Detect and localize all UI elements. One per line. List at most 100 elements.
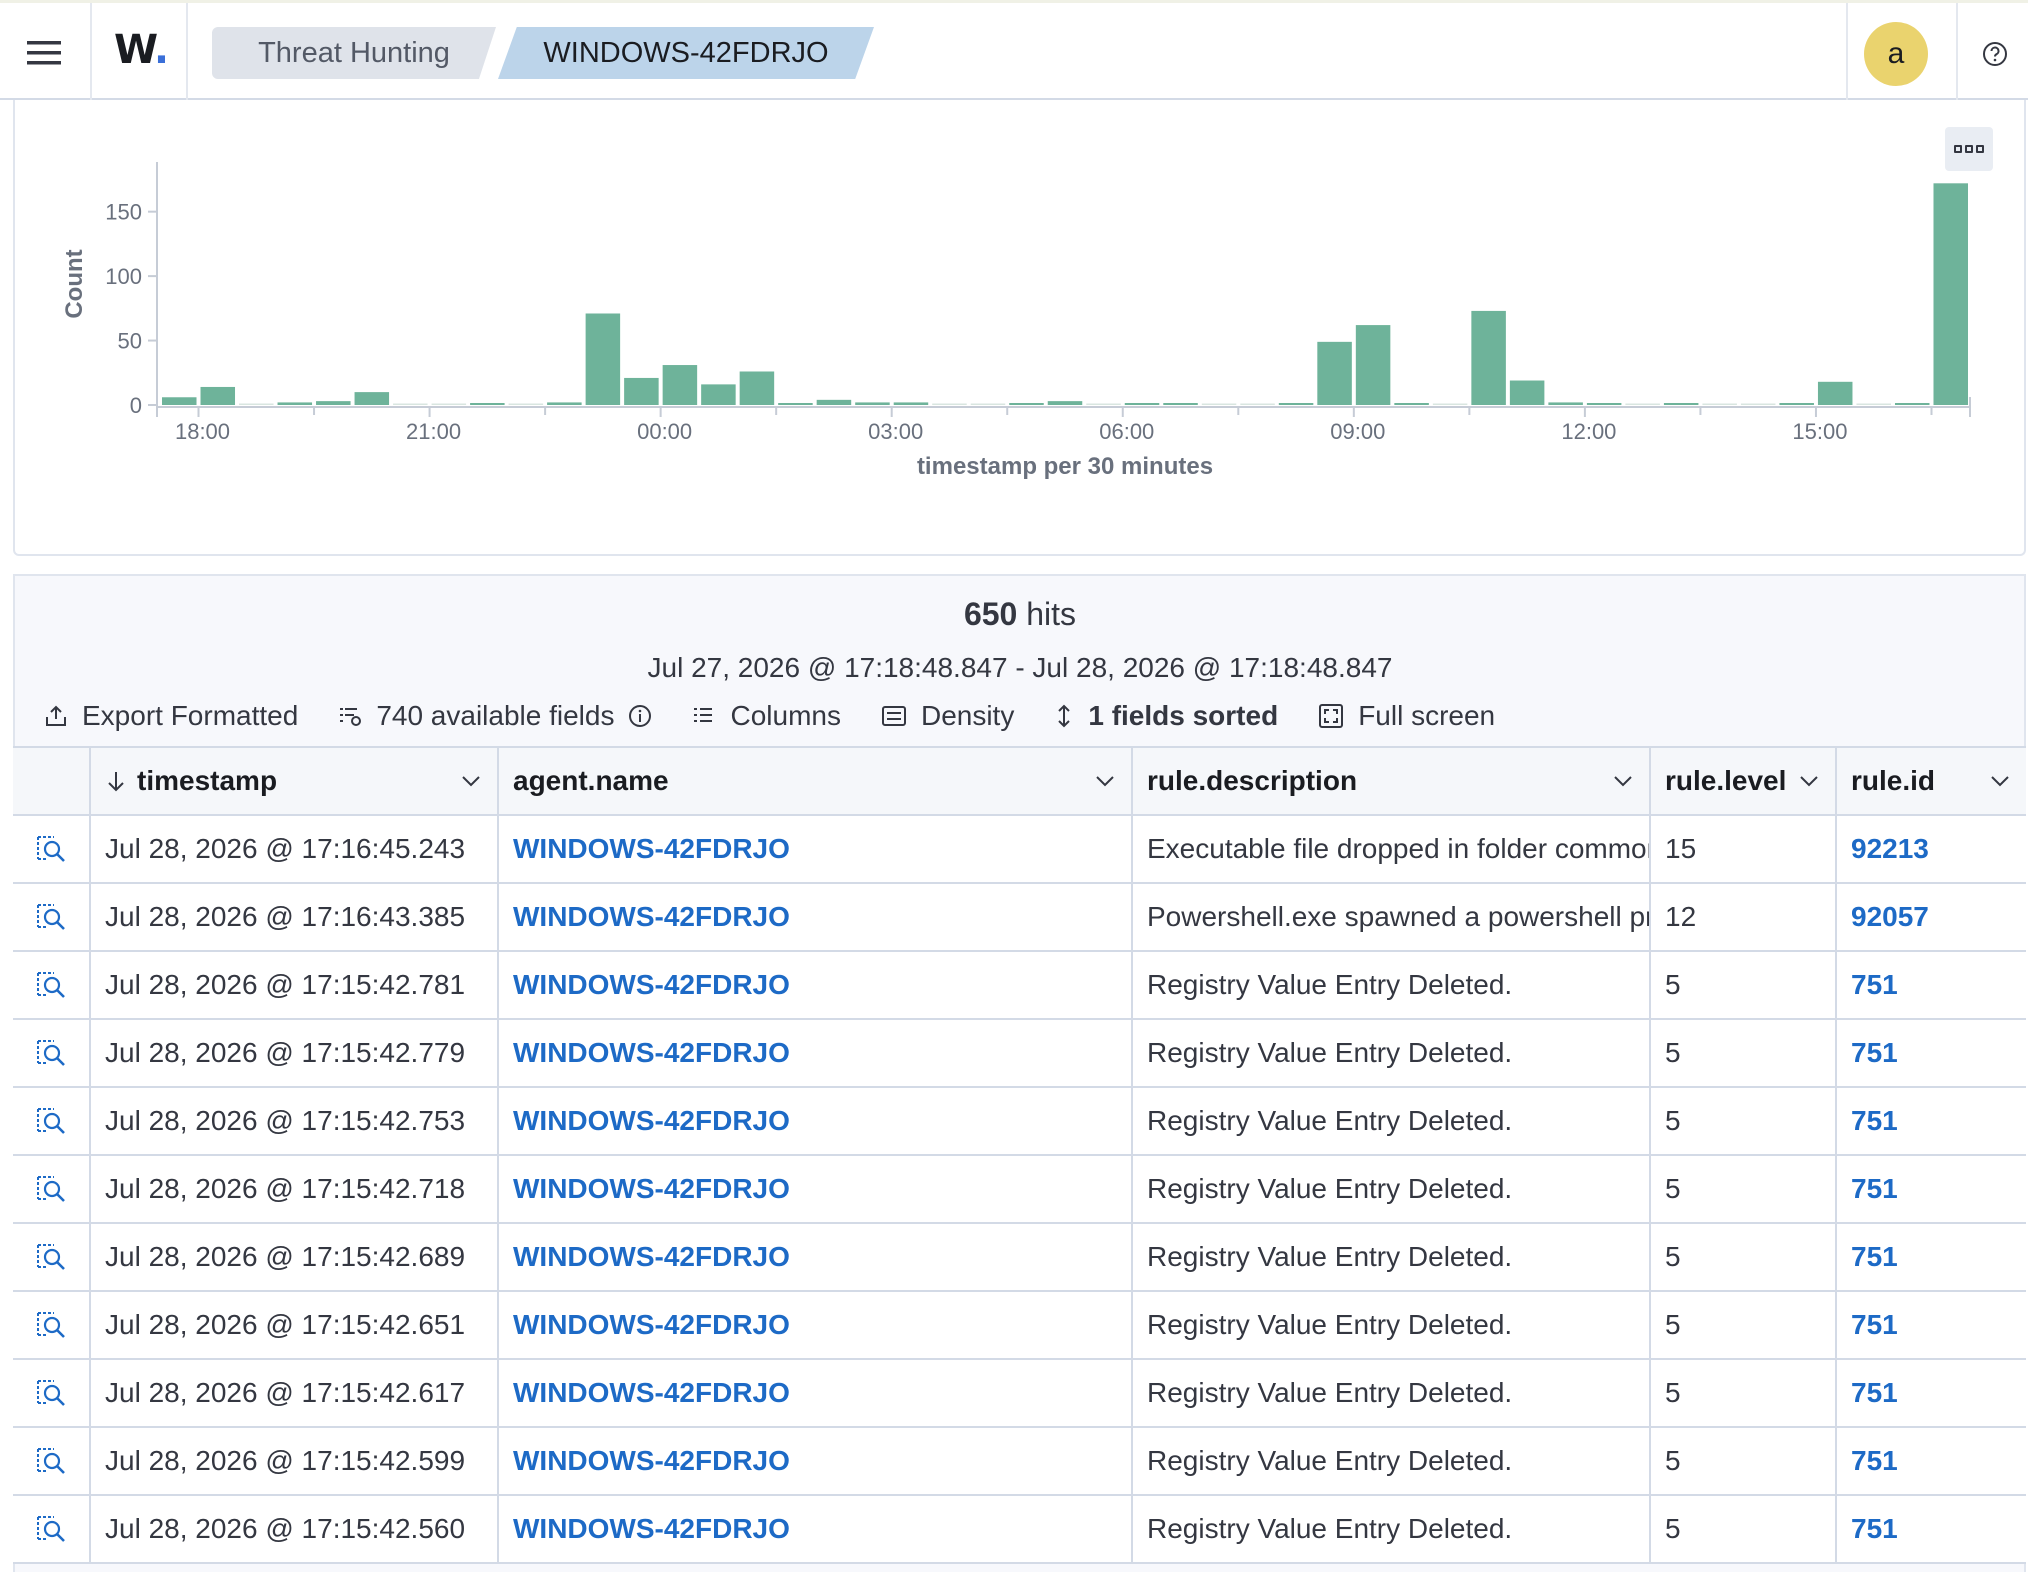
cell-rule-id[interactable]: 751	[1837, 1428, 2026, 1494]
histogram-bar	[162, 397, 197, 405]
chart-options-button[interactable]	[1945, 127, 1993, 171]
cell-rule-id[interactable]: 751	[1837, 1292, 2026, 1358]
inspect-document-icon[interactable]	[34, 901, 68, 933]
full-screen-button[interactable]: Full screen	[1318, 700, 1495, 732]
row-inspect-cell	[13, 816, 91, 882]
row-inspect-cell	[13, 1224, 91, 1290]
cell-agent-name[interactable]: WINDOWS-42FDRJO	[499, 1292, 1133, 1358]
export-icon	[46, 705, 66, 726]
inspect-document-icon[interactable]	[34, 1445, 68, 1477]
cell-rule-description: Registry Value Entry Deleted.	[1133, 1156, 1651, 1222]
available-fields-button[interactable]: 740 available fields	[338, 700, 652, 732]
cell-agent-name[interactable]: WINDOWS-42FDRJO	[499, 1156, 1133, 1222]
cell-agent-name[interactable]: WINDOWS-42FDRJO	[499, 816, 1133, 882]
x-tick-label: 18:00	[175, 419, 230, 444]
y-tick-label: 50	[118, 329, 142, 354]
cell-agent-name[interactable]: WINDOWS-42FDRJO	[499, 1360, 1133, 1426]
inspect-document-icon[interactable]	[34, 1105, 68, 1137]
cell-rule-description: Registry Value Entry Deleted.	[1133, 1292, 1651, 1358]
inspect-document-icon[interactable]	[34, 969, 68, 1001]
histogram-bar	[547, 402, 582, 405]
sort-fields-button[interactable]: 1 fields sorted	[1054, 700, 1278, 732]
x-tick-label: 15:00	[1792, 419, 1847, 444]
cell-agent-name[interactable]: WINDOWS-42FDRJO	[499, 884, 1133, 950]
cell-rule-level: 12	[1651, 884, 1837, 950]
x-tick-label: 09:00	[1330, 419, 1385, 444]
density-button[interactable]: Density	[881, 700, 1014, 732]
columns-button[interactable]: Columns	[692, 700, 841, 732]
histogram-bar	[1856, 403, 1891, 405]
info-icon[interactable]	[628, 704, 652, 728]
column-label: rule.level	[1665, 765, 1787, 796]
cell-agent-name[interactable]: WINDOWS-42FDRJO	[499, 1496, 1133, 1562]
histogram-bar	[1394, 403, 1429, 405]
histogram-bar	[1355, 325, 1391, 405]
histogram-bar	[970, 403, 1006, 405]
histogram-chart: 0 50 100 150 Count 18:00 21:00 00:00 03:00 06:00 0…	[61, 162, 1971, 480]
cell-rule-id[interactable]: 751	[1837, 1360, 2026, 1426]
chevron-down-icon[interactable]	[1613, 774, 1633, 788]
histogram-bar	[893, 402, 929, 405]
cell-agent-name[interactable]: WINDOWS-42FDRJO	[499, 1428, 1133, 1494]
cell-rule-id[interactable]: 751	[1837, 1496, 2026, 1562]
chevron-down-icon[interactable]	[1095, 774, 1115, 788]
cell-rule-level: 5	[1651, 1156, 1837, 1222]
inspect-document-icon[interactable]	[34, 1173, 68, 1205]
fields-label: 740 available fields	[376, 700, 615, 731]
cell-rule-id[interactable]: 751	[1837, 1020, 2026, 1086]
cell-agent-name[interactable]: WINDOWS-42FDRJO	[499, 1020, 1133, 1086]
histogram-bar	[585, 313, 621, 405]
row-inspect-cell	[13, 1496, 91, 1562]
row-inspect-cell	[13, 1020, 91, 1086]
cell-agent-name[interactable]: WINDOWS-42FDRJO	[499, 1224, 1133, 1290]
export-formatted-button[interactable]: Export Formatted	[44, 700, 298, 732]
column-header-agent-name[interactable]: agent.name	[499, 748, 1133, 814]
histogram-bar	[1432, 403, 1468, 405]
histogram-bar	[1124, 403, 1160, 405]
table-row: Jul 28, 2026 @ 17:16:45.243 WINDOWS-42FD…	[13, 816, 2026, 884]
histogram-bar	[624, 377, 659, 405]
histogram-bar	[1894, 403, 1930, 405]
cell-rule-id[interactable]: 92213	[1837, 816, 2026, 882]
cell-agent-name[interactable]: WINDOWS-42FDRJO	[499, 952, 1133, 1018]
cell-rule-id[interactable]: 751	[1837, 952, 2026, 1018]
table-row: Jul 28, 2026 @ 17:15:42.753 WINDOWS-42FD…	[13, 1088, 2026, 1156]
inspect-document-icon[interactable]	[34, 1241, 68, 1273]
chevron-down-icon[interactable]	[1990, 774, 2010, 788]
cell-rule-id[interactable]: 92057	[1837, 884, 2026, 950]
cell-rule-id[interactable]: 751	[1837, 1156, 2026, 1222]
column-header-rule-level[interactable]: rule.level	[1651, 748, 1837, 814]
x-tick-label: 06:00	[1099, 419, 1154, 444]
cell-rule-id[interactable]: 751	[1837, 1088, 2026, 1154]
fullscreen-label: Full screen	[1358, 700, 1496, 731]
histogram-bar	[739, 371, 775, 405]
inspect-document-icon[interactable]	[34, 1513, 68, 1545]
inspect-document-icon[interactable]	[34, 1309, 68, 1341]
column-header-rule-description[interactable]: rule.description	[1133, 748, 1651, 814]
column-header-timestamp[interactable]: timestamp	[91, 748, 499, 814]
cell-agent-name[interactable]: WINDOWS-42FDRJO	[499, 1088, 1133, 1154]
histogram-bar	[508, 403, 544, 405]
inspect-document-icon[interactable]	[34, 1037, 68, 1069]
histogram-bar	[1548, 402, 1583, 405]
y-tick-label: 100	[105, 264, 142, 289]
hits-number: 650	[963, 596, 1018, 632]
cell-timestamp: Jul 28, 2026 @ 17:15:42.779	[91, 1020, 499, 1086]
table-body: Jul 28, 2026 @ 17:16:45.243 WINDOWS-42FD…	[13, 816, 2026, 1564]
row-inspect-cell	[13, 1360, 91, 1426]
x-tick-label: 03:00	[868, 419, 923, 444]
x-tick-label: 21:00	[406, 419, 461, 444]
column-header-rule-id[interactable]: rule.id	[1837, 748, 2026, 814]
inspect-document-icon[interactable]	[34, 1377, 68, 1409]
row-inspect-cell	[13, 1088, 91, 1154]
histogram-bar	[470, 403, 505, 405]
dot-icon	[1954, 145, 1962, 153]
cell-rule-level: 5	[1651, 1496, 1837, 1562]
cell-rule-id[interactable]: 751	[1837, 1224, 2026, 1290]
row-inspect-cell	[13, 1428, 91, 1494]
row-inspect-cell	[13, 884, 91, 950]
chevron-down-icon[interactable]	[1799, 774, 1819, 788]
chevron-down-icon[interactable]	[461, 774, 481, 788]
inspect-document-icon[interactable]	[34, 833, 68, 865]
sort-descending-icon[interactable]	[105, 769, 127, 793]
